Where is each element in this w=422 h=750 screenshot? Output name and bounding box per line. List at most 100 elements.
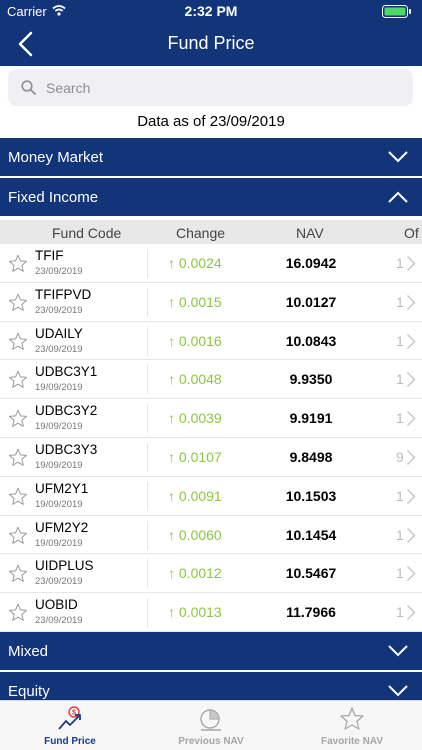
tab-favorite-nav[interactable]: Favorite NAV xyxy=(282,701,422,750)
chevron-right-icon xyxy=(406,488,416,504)
change-value: 0.0015 xyxy=(178,293,222,310)
fund-row[interactable]: UFM2Y1 19/09/2019 ↑ 0.0091 10.1503 1 xyxy=(0,476,422,516)
up-arrow-icon: ↑ xyxy=(168,604,179,621)
fund-date: 23/09/2019 xyxy=(35,615,83,627)
status-bar: Carrier 2:32 PM xyxy=(0,0,422,22)
fund-change: ↑ 0.0060 xyxy=(168,527,222,543)
tab-bar: $ Fund Price Previous NAV Favorite NAV xyxy=(0,700,422,750)
star-outline-icon[interactable] xyxy=(8,332,28,351)
fund-nav: 9.8498 xyxy=(289,448,333,465)
column-header-fund-code: Fund Code xyxy=(52,225,122,241)
data-as-of-label: Data as of 23/09/2019 xyxy=(137,113,285,130)
column-header-offer: Of xyxy=(404,225,419,241)
star-outline-icon[interactable] xyxy=(8,370,28,389)
chevron-right-icon xyxy=(406,255,416,272)
fund-date: 23/09/2019 xyxy=(35,343,83,355)
change-value: 0.0060 xyxy=(178,526,222,543)
search-input[interactable] xyxy=(38,75,398,100)
section-label: Mixed xyxy=(8,643,49,660)
fund-date: 19/09/2019 xyxy=(35,382,83,394)
divider xyxy=(147,404,148,434)
chevron-down-icon xyxy=(388,685,408,697)
star-outline-icon[interactable] xyxy=(8,448,28,467)
fund-row[interactable]: TFIF 23/09/2019 ↑ 0.0024 16.0942 1 xyxy=(0,244,422,283)
star-outline-icon[interactable] xyxy=(8,526,28,545)
fund-change: ↑ 0.0107 xyxy=(168,449,222,465)
star-outline-icon[interactable] xyxy=(8,254,28,273)
up-arrow-icon: ↑ xyxy=(168,526,179,543)
column-header-change: Change xyxy=(176,225,226,241)
section-label: Equity xyxy=(8,683,50,700)
tab-label: Fund Price xyxy=(44,736,96,747)
chevron-right-icon xyxy=(406,333,416,349)
up-arrow-icon: ↑ xyxy=(168,293,179,310)
fund-code: UIDPLUS xyxy=(35,558,94,574)
fund-date: 23/09/2019 xyxy=(35,576,83,588)
section-mixed[interactable]: Mixed xyxy=(0,632,422,670)
fund-offer-partial: 1 xyxy=(396,293,404,310)
fund-nav: 16.0942 xyxy=(285,255,337,271)
fund-offer-partial: 1 xyxy=(396,565,404,582)
chevron-right-icon xyxy=(406,411,416,427)
fund-row[interactable]: UFM2Y2 19/09/2019 ↑ 0.0060 10.1454 1 xyxy=(0,515,422,555)
tab-previous-nav[interactable]: Previous NAV xyxy=(141,701,281,750)
fund-offer-partial: 1 xyxy=(396,487,404,504)
tab-label: Previous NAV xyxy=(178,736,244,747)
fund-row[interactable]: UIDPLUS 23/09/2019 ↑ 0.0012 10.5467 1 xyxy=(0,554,422,594)
fund-row[interactable]: UDAILY 23/09/2019 ↑ 0.0016 10.0843 1 xyxy=(0,321,422,361)
search-icon xyxy=(21,80,36,95)
chevron-right-icon xyxy=(406,294,416,310)
star-icon xyxy=(340,707,364,730)
fund-row[interactable]: UDBC3Y3 19/09/2019 ↑ 0.0107 9.8498 9 xyxy=(0,437,422,477)
fund-row[interactable]: UOBID 23/09/2019 ↑ 0.0013 11.7966 1 xyxy=(0,593,422,632)
star-outline-icon[interactable] xyxy=(8,293,28,312)
fund-change: ↑ 0.0015 xyxy=(168,294,222,310)
chevron-up-icon xyxy=(388,191,408,203)
fund-offer-partial: 1 xyxy=(396,410,404,427)
fund-change: ↑ 0.0091 xyxy=(168,488,222,504)
change-value: 0.0091 xyxy=(178,487,222,504)
fund-nav: 9.9350 xyxy=(289,371,333,388)
fund-nav: 10.1454 xyxy=(285,526,337,543)
fund-code: UDAILY xyxy=(35,325,83,341)
battery-icon xyxy=(382,5,411,18)
column-header-nav: NAV xyxy=(296,225,324,241)
fund-nav: 10.5467 xyxy=(285,565,337,582)
up-arrow-icon: ↑ xyxy=(168,487,179,504)
divider xyxy=(147,442,148,472)
fund-row[interactable]: UDBC3Y1 19/09/2019 ↑ 0.0048 9.9350 1 xyxy=(0,360,422,400)
fund-nav: 9.9191 xyxy=(289,410,333,427)
fund-code: UOBID xyxy=(35,597,78,613)
fund-row[interactable]: UDBC3Y2 19/09/2019 ↑ 0.0039 9.9191 1 xyxy=(0,399,422,438)
up-arrow-icon: ↑ xyxy=(168,371,179,388)
fund-code: TFIFPVD xyxy=(35,286,92,302)
fund-nav: 11.7966 xyxy=(286,604,336,621)
star-outline-icon[interactable] xyxy=(8,564,28,583)
section-label: Fixed Income xyxy=(8,189,99,206)
table-header: Fund Code Change NAV Of xyxy=(0,220,422,244)
navigation-bar: Fund Price xyxy=(0,22,422,66)
fund-code: TFIF xyxy=(35,248,64,263)
fund-offer-partial: 1 xyxy=(396,332,404,349)
fund-nav: 10.1503 xyxy=(285,487,337,504)
fund-code: UDBC3Y1 xyxy=(35,364,98,380)
section-money-market[interactable]: Money Market xyxy=(0,138,422,176)
divider xyxy=(147,481,148,511)
fund-row[interactable]: TFIFPVD 23/09/2019 ↑ 0.0015 10.0127 1 xyxy=(0,282,422,322)
up-arrow-icon: ↑ xyxy=(168,410,179,427)
section-fixed-income[interactable]: Fixed Income xyxy=(0,178,422,216)
fund-list: TFIF 23/09/2019 ↑ 0.0024 16.0942 1 TFIFP… xyxy=(0,244,422,632)
tab-fund-price[interactable]: $ Fund Price xyxy=(0,701,140,750)
chevron-right-icon xyxy=(406,566,416,582)
divider xyxy=(147,249,148,278)
star-outline-icon[interactable] xyxy=(8,487,28,506)
fund-code: UFM2Y1 xyxy=(35,480,89,496)
star-outline-icon[interactable] xyxy=(8,409,28,428)
star-outline-icon[interactable] xyxy=(8,603,28,622)
search-bar[interactable] xyxy=(8,69,413,106)
fund-offer-partial: 9 xyxy=(396,448,404,465)
fund-change: ↑ 0.0039 xyxy=(168,410,222,426)
chevron-down-icon xyxy=(388,645,408,657)
up-arrow-icon: ↑ xyxy=(168,448,179,465)
up-arrow-icon: ↑ xyxy=(168,565,179,582)
